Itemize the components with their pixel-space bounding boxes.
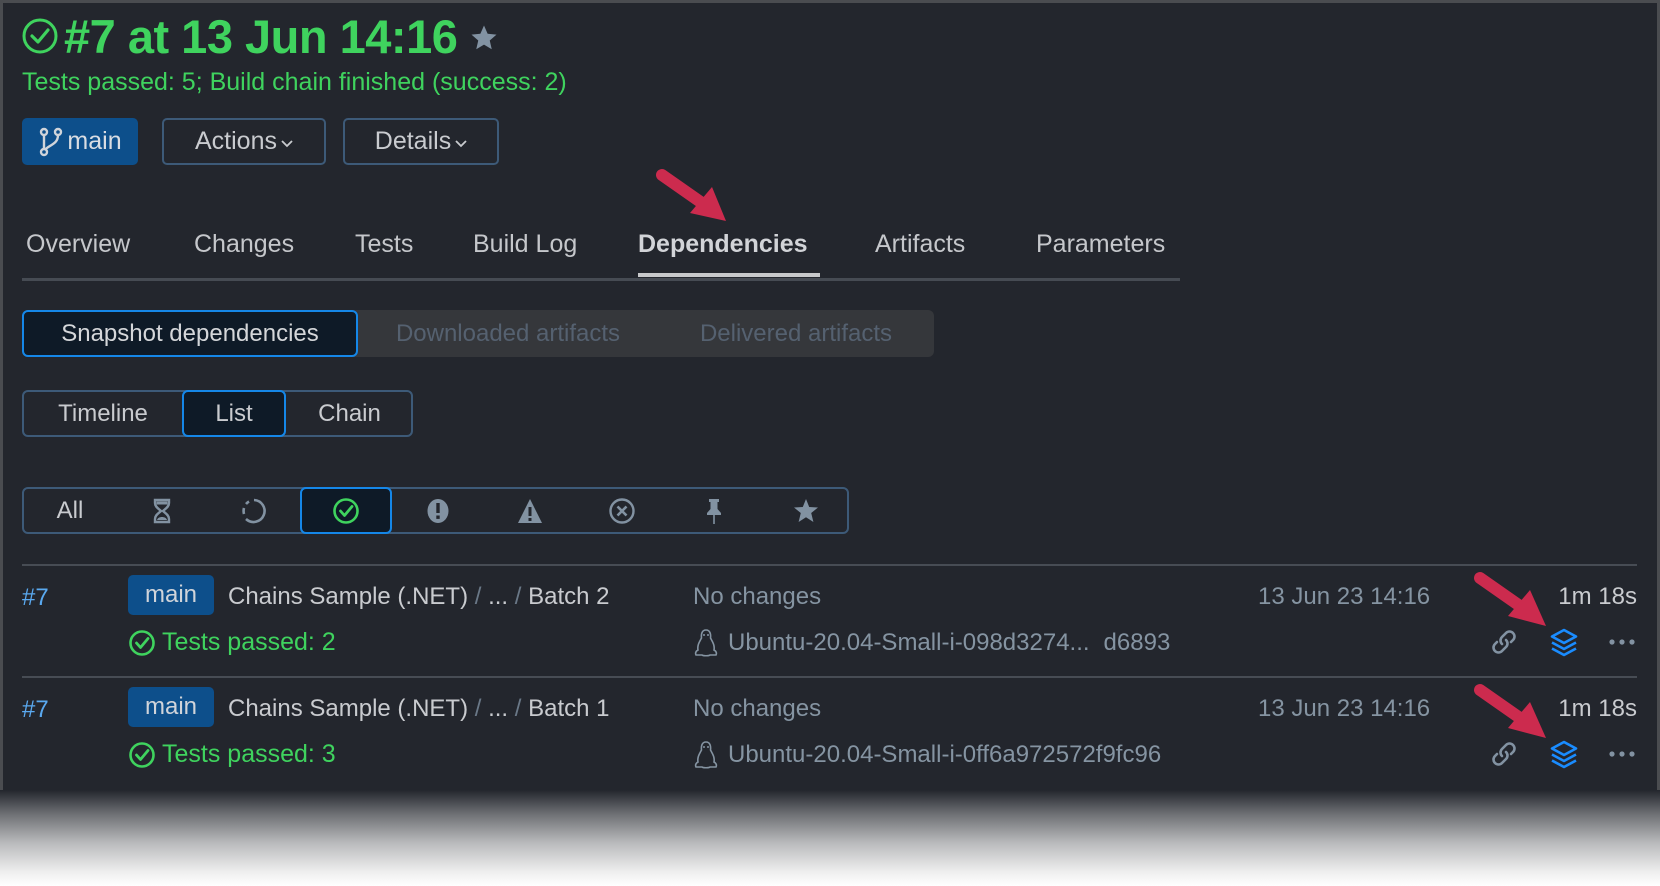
dependency-type-switch: Snapshot dependencies Downloaded artifac… (22, 310, 934, 357)
build-status-text: Tests passed: 5; Build chain finished (s… (22, 68, 567, 96)
exclamation-circle-icon (427, 498, 449, 523)
pin-icon (707, 498, 721, 524)
agent-info: Ubuntu-20.04-Small-i-0ff6a972572f9fc96 (693, 740, 1161, 770)
check-circle-icon (333, 497, 359, 524)
filter-running[interactable] (208, 487, 300, 534)
chain-option[interactable]: Chain (286, 390, 413, 437)
details-label: Details (374, 127, 452, 155)
status-text[interactable]: Tests passed: 2 (162, 628, 336, 657)
path-ellipsis: ... (488, 583, 509, 610)
chevron-down-icon (281, 139, 293, 147)
check-circle-icon (129, 629, 155, 656)
page-title: #7 at 13 Jun 14:16 (22, 9, 499, 63)
check-circle-icon (22, 18, 58, 54)
project-name[interactable]: Chains Sample (.NET) (228, 695, 468, 722)
build-status: Tests passed: 3 (128, 740, 336, 769)
filter-starred[interactable] (760, 487, 852, 534)
filter-failed[interactable] (392, 487, 484, 534)
changes-text[interactable]: No changes (693, 695, 821, 723)
tab-overview[interactable]: Overview (26, 230, 130, 259)
actions-button[interactable]: Actions (162, 118, 326, 165)
build-row[interactable]: #7 main Chains Sample (.NET) / ... / Bat… (0, 678, 1660, 790)
timeline-option[interactable]: Timeline (24, 390, 182, 437)
active-tab-indicator (638, 273, 820, 277)
more-dots-icon (1609, 639, 1635, 645)
linux-icon (694, 629, 718, 657)
build-tabs: Overview Changes Tests Build Log Depende… (22, 228, 1180, 281)
list-option[interactable]: List (182, 390, 286, 437)
filter-all-label: All (56, 496, 84, 524)
build-date: 13 Jun 23 14:16 (1258, 695, 1431, 722)
build-duration: 1m 18s (1558, 583, 1637, 610)
build-row[interactable]: #7 main Chains Sample (.NET) / ... / Bat… (0, 566, 1660, 678)
tab-changes[interactable]: Changes (194, 230, 294, 259)
filter-queued[interactable] (116, 487, 208, 534)
agent-name[interactable]: Ubuntu-20.04-Small-i-0ff6a972572f9fc96 (728, 741, 1161, 769)
build-title: #7 at 13 Jun 14:16 (64, 9, 458, 63)
details-button[interactable]: Details (343, 118, 499, 165)
build-config-path[interactable]: Chains Sample (.NET) / ... / Batch 2 (228, 583, 610, 611)
tab-parameters[interactable]: Parameters (1036, 230, 1165, 259)
filter-success[interactable] (300, 487, 392, 534)
branch-label: main (67, 127, 122, 155)
star-icon (794, 498, 818, 522)
filter-pinned[interactable] (668, 487, 760, 534)
filter-warning[interactable] (484, 487, 576, 534)
star-icon[interactable] (469, 23, 499, 53)
hourglass-icon (153, 498, 171, 523)
git-branch-icon (40, 127, 63, 156)
tab-dependencies[interactable]: Dependencies (638, 230, 808, 259)
check-circle-icon (129, 741, 155, 768)
build-config-name[interactable]: Batch 1 (528, 695, 609, 722)
linux-icon (694, 741, 718, 769)
annotation-arrow (1474, 684, 1546, 738)
more-actions-button[interactable] (1606, 737, 1638, 771)
annotation-arrow (1474, 572, 1546, 626)
branch-button[interactable]: main (22, 118, 138, 165)
revision[interactable]: d6893 (1104, 629, 1171, 657)
more-dots-icon (1609, 751, 1635, 757)
changes-text[interactable]: No changes (693, 583, 821, 611)
delivered-artifacts-option[interactable]: Delivered artifacts (658, 310, 934, 357)
view-mode-switch: Timeline List Chain (22, 390, 413, 437)
branch-badge[interactable]: main (128, 687, 214, 727)
build-status: Tests passed: 2 (128, 628, 336, 657)
agent-info: Ubuntu-20.04-Small-i-098d3274... d6893 (693, 628, 1170, 658)
tab-tests[interactable]: Tests (355, 230, 413, 259)
build-date: 13 Jun 23 14:16 (1258, 583, 1431, 610)
snapshot-dependencies-option[interactable]: Snapshot dependencies (22, 310, 358, 357)
actions-label: Actions (195, 127, 277, 155)
build-config-path[interactable]: Chains Sample (.NET) / ... / Batch 1 (228, 695, 610, 723)
downloaded-artifacts-option[interactable]: Downloaded artifacts (358, 310, 658, 357)
annotation-arrow (656, 169, 726, 221)
status-filter-bar: All (22, 487, 849, 534)
build-duration: 1m 18s (1558, 695, 1637, 722)
tab-build-log[interactable]: Build Log (473, 230, 577, 259)
build-number-link[interactable]: #7 (22, 696, 49, 724)
running-icon (242, 498, 266, 523)
filter-canceled[interactable] (576, 487, 668, 534)
x-circle-icon (609, 497, 635, 524)
tab-artifacts[interactable]: Artifacts (875, 230, 965, 259)
filter-all[interactable]: All (24, 487, 116, 534)
build-number-link[interactable]: #7 (22, 584, 49, 612)
project-name[interactable]: Chains Sample (.NET) (228, 583, 468, 610)
warning-icon (518, 498, 542, 523)
branch-badge[interactable]: main (128, 575, 214, 615)
status-text[interactable]: Tests passed: 3 (162, 740, 336, 769)
more-actions-button[interactable] (1606, 625, 1638, 659)
path-ellipsis: ... (488, 695, 509, 722)
build-config-name[interactable]: Batch 2 (528, 583, 609, 610)
agent-name[interactable]: Ubuntu-20.04-Small-i-098d3274... (728, 629, 1090, 657)
bottom-fade (0, 790, 1660, 886)
chevron-down-icon (455, 139, 467, 147)
